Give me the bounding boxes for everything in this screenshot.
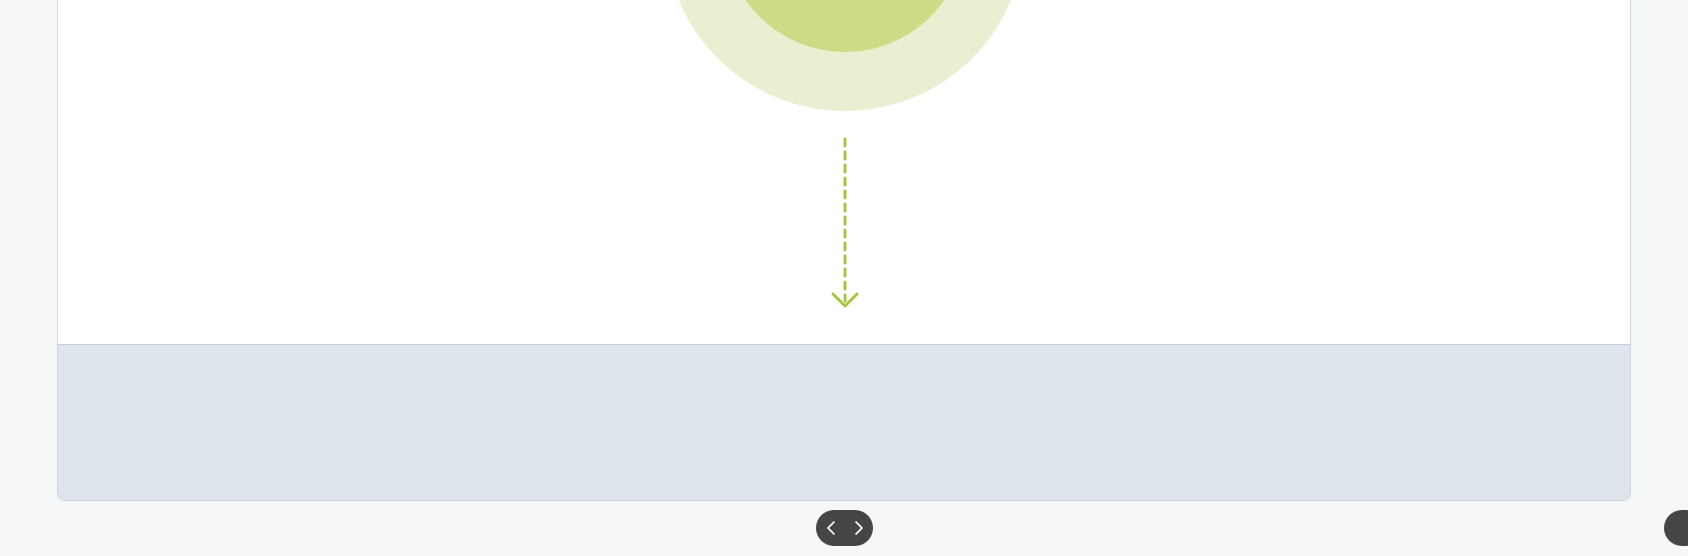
dashed-arrow-down-icon: [831, 137, 859, 308]
illustration: [678, 0, 1012, 308]
next-button[interactable]: [848, 513, 870, 543]
chevron-right-icon: [854, 521, 863, 535]
floating-action-button[interactable]: [1664, 510, 1688, 546]
pager-control: [816, 510, 873, 546]
page: [0, 0, 1688, 556]
card-footer: [58, 344, 1630, 500]
content-card: [57, 0, 1631, 501]
previous-button[interactable]: [820, 513, 842, 543]
chevron-left-icon: [826, 521, 835, 535]
